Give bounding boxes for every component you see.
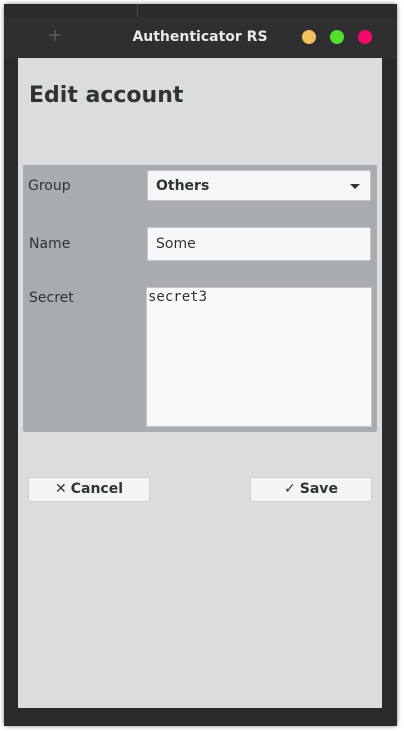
- window-title: Authenticator RS: [132, 29, 268, 45]
- page-title: Edit account: [29, 83, 184, 108]
- titlebar-divider: [137, 4, 138, 17]
- checkmark-icon: ✓: [284, 481, 296, 497]
- window-edge: [4, 648, 18, 708]
- close-icon: ✕: [54, 481, 67, 497]
- group-label: Group: [28, 178, 71, 194]
- group-select[interactable]: Others: [147, 170, 371, 201]
- save-button[interactable]: ✓ Save: [250, 477, 372, 502]
- secret-label: Secret: [29, 290, 74, 306]
- group-select-value: Others: [156, 178, 210, 194]
- secret-textarea[interactable]: secret3: [146, 287, 372, 427]
- name-label: Name: [29, 236, 71, 252]
- name-input[interactable]: Some: [147, 227, 371, 261]
- chevron-down-icon: [350, 184, 360, 189]
- maximize-button[interactable]: [330, 30, 344, 44]
- minimize-button[interactable]: [302, 30, 316, 44]
- cancel-button[interactable]: ✕ Cancel: [28, 477, 150, 502]
- titlebar-top-strip: [4, 4, 397, 17]
- add-icon[interactable]: +: [46, 27, 64, 45]
- window-bottom-edge: [4, 708, 397, 726]
- close-button[interactable]: [358, 30, 372, 44]
- save-button-label: Save: [299, 481, 338, 497]
- cancel-button-label: Cancel: [70, 481, 123, 497]
